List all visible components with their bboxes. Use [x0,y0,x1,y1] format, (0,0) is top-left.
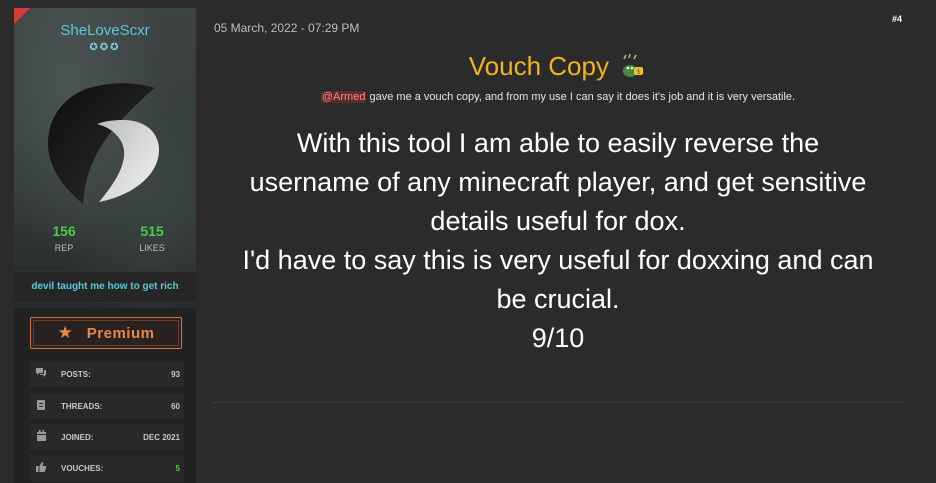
user-mention-link[interactable]: @Armed [320,91,367,103]
post-body-line: be crucial. [496,284,620,314]
rep-value: 156 [52,223,76,239]
posts-value: 93 [171,369,180,379]
info-row-posts[interactable]: POSTS: 93 [30,361,184,387]
user-title: devil taught me how to get rich [14,271,196,303]
joined-key: JOINED: [61,432,94,442]
post-date: 05 March, 2022 - 07:29 PM [214,21,360,35]
post-body-line: details useful for dox. [430,206,686,236]
likes-value: 515 [140,223,164,239]
vouches-key: VOUCHES: [61,463,104,473]
post-body: With this tool I am able to easily rever… [214,124,902,358]
frog-money-emoji-icon: $ [623,53,644,77]
avatar[interactable] [35,58,175,208]
thumbs-up-icon [30,461,52,476]
post-body-line: I'd have to say this is very useful for … [242,245,874,275]
posts-key: POSTS: [61,369,91,379]
author-username[interactable]: SheLoveScxr [14,22,196,39]
likes-stat[interactable]: 515 LIKES [112,223,192,253]
user-stars-icon: ✪✪✪ [89,42,121,53]
rep-stat[interactable]: 156 REP [24,223,104,253]
post-body-line: username of any minecraft player, and ge… [249,167,867,197]
likes-label: LIKES [139,243,165,253]
post-body-line: 9/10 [531,323,585,353]
post-body-line: With this tool I am able to easily rever… [296,128,820,158]
chat-icon [30,367,52,381]
post-number-link[interactable]: #4 [892,14,902,24]
author-panel: SheLoveScxr ✪✪✪ 156 REP 515 LIKES devil … [14,8,196,483]
premium-badge[interactable]: ★ Premium [30,317,182,349]
info-row-joined[interactable]: JOINED: DEC 2021 [30,424,184,450]
vouch-text: gave me a vouch copy, and from my use I … [366,91,796,103]
premium-badge-border [33,320,179,346]
vouches-value: 5 [175,463,180,473]
post-title-text: Vouch Copy [468,51,609,81]
rep-label: REP [54,243,74,253]
info-row-vouches[interactable]: VOUCHES: 5 [30,455,184,481]
calendar-icon [30,429,52,445]
joined-value: DEC 2021 [143,432,180,442]
threads-value: 60 [171,401,180,411]
threads-key: THREADS: [61,401,103,411]
info-row-threads[interactable]: THREADS: 60 [30,393,184,419]
post-title: Vouch Copy $ [214,51,902,82]
svg-text:$: $ [637,69,641,76]
post-divider [212,402,902,403]
document-icon [30,399,52,414]
vouch-line: @Armed gave me a vouch copy, and from my… [214,91,902,103]
